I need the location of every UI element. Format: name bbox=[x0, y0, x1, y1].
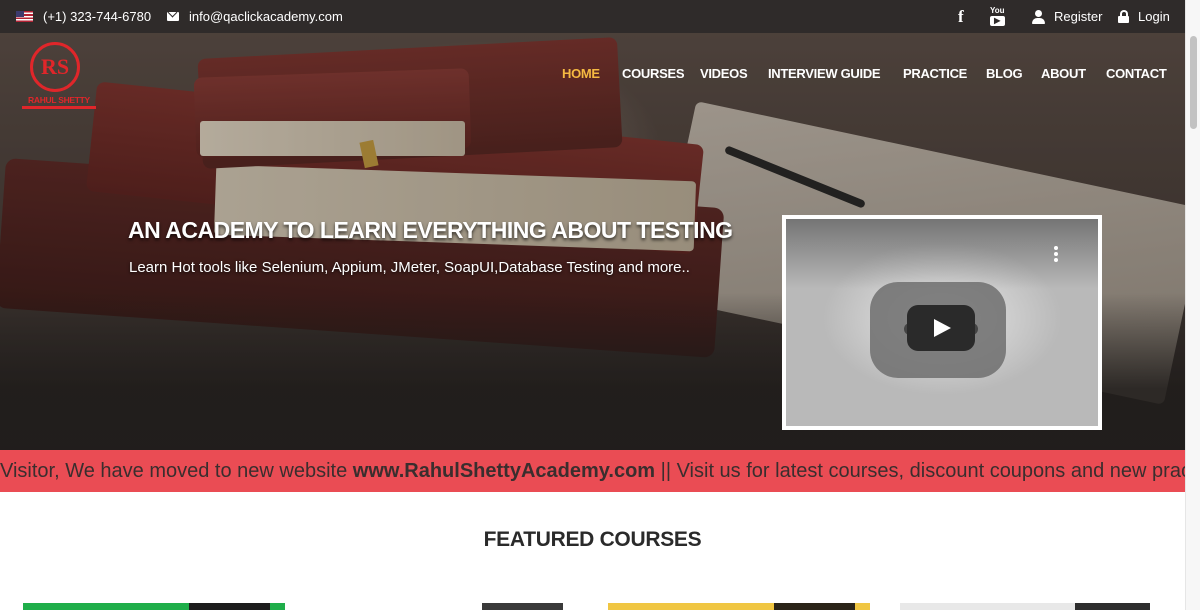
email-address[interactable]: info@qaclickacademy.com bbox=[189, 9, 343, 24]
lock-icon bbox=[1118, 10, 1129, 23]
phone-number: (+1) 323-744-6780 bbox=[43, 9, 152, 24]
nav-blog[interactable]: BLOG bbox=[986, 66, 1023, 81]
nav-interview-guide[interactable]: INTERVIEW GUIDE bbox=[768, 66, 881, 81]
mail-icon bbox=[167, 12, 179, 21]
play-button[interactable] bbox=[907, 305, 975, 351]
course-card[interactable] bbox=[189, 603, 270, 610]
announcement-marquee: Visitor, We have moved to new website ww… bbox=[0, 450, 1185, 492]
course-card[interactable] bbox=[270, 603, 285, 610]
youtube-icon[interactable]: You ▶ bbox=[990, 7, 1005, 26]
nav-videos[interactable]: VIDEOS bbox=[700, 66, 748, 81]
more-options-icon[interactable] bbox=[1054, 246, 1058, 264]
email-contact[interactable]: info@qaclickacademy.com bbox=[167, 0, 343, 33]
video-embed[interactable] bbox=[782, 215, 1102, 430]
announcement-text: Visitor, We have moved to new website ww… bbox=[0, 450, 1185, 492]
us-flag-icon bbox=[16, 11, 33, 22]
facebook-link[interactable]: f bbox=[958, 0, 964, 33]
hero-subtitle: Learn Hot tools like Selenium, Appium, J… bbox=[129, 259, 690, 276]
logo-underline bbox=[22, 106, 96, 109]
register-link[interactable]: Register bbox=[1032, 0, 1102, 33]
youtube-link[interactable]: You ▶ bbox=[990, 0, 1005, 33]
announcement-link[interactable]: www.RahulShettyAcademy.com bbox=[353, 460, 655, 482]
register-label[interactable]: Register bbox=[1054, 9, 1102, 24]
nav-courses[interactable]: COURSES bbox=[622, 66, 685, 81]
course-card[interactable] bbox=[900, 603, 1075, 610]
page-scrollbar[interactable] bbox=[1185, 0, 1200, 610]
course-card[interactable] bbox=[855, 603, 870, 610]
course-card[interactable] bbox=[774, 603, 855, 610]
announcement-prefix: Visitor, We have moved to new website bbox=[0, 460, 353, 482]
facebook-icon[interactable]: f bbox=[958, 7, 964, 27]
course-card[interactable] bbox=[482, 603, 563, 610]
hero-title: AN ACADEMY TO LEARN EVERYTHING ABOUT TES… bbox=[128, 217, 733, 243]
featured-courses-heading: FEATURED COURSES bbox=[483, 528, 702, 551]
login-link[interactable]: Login bbox=[1118, 0, 1170, 33]
nav-home[interactable]: HOME bbox=[562, 66, 600, 81]
youtube-icon-text: You bbox=[990, 6, 1005, 15]
login-label[interactable]: Login bbox=[1138, 9, 1170, 24]
logo-name: RAHUL SHETTY bbox=[28, 95, 90, 105]
nav-practice[interactable]: PRACTICE bbox=[903, 66, 967, 81]
main-nav: HOME COURSES VIDEOS INTERVIEW GUIDE PRAC… bbox=[0, 66, 1185, 84]
nav-about[interactable]: ABOUT bbox=[1041, 66, 1086, 81]
announcement-suffix: || Visit us for latest courses, discount… bbox=[655, 460, 1185, 482]
top-bar: (+1) 323-744-6780 info@qaclickacademy.co… bbox=[0, 0, 1185, 33]
user-icon bbox=[1032, 9, 1045, 24]
scrollbar-thumb[interactable] bbox=[1190, 36, 1197, 129]
course-card[interactable] bbox=[1075, 603, 1150, 610]
course-card[interactable] bbox=[608, 603, 774, 610]
video-player[interactable] bbox=[786, 219, 1098, 426]
phone-contact: (+1) 323-744-6780 bbox=[16, 0, 151, 33]
course-card[interactable] bbox=[23, 603, 189, 610]
nav-contact[interactable]: CONTACT bbox=[1106, 66, 1167, 81]
